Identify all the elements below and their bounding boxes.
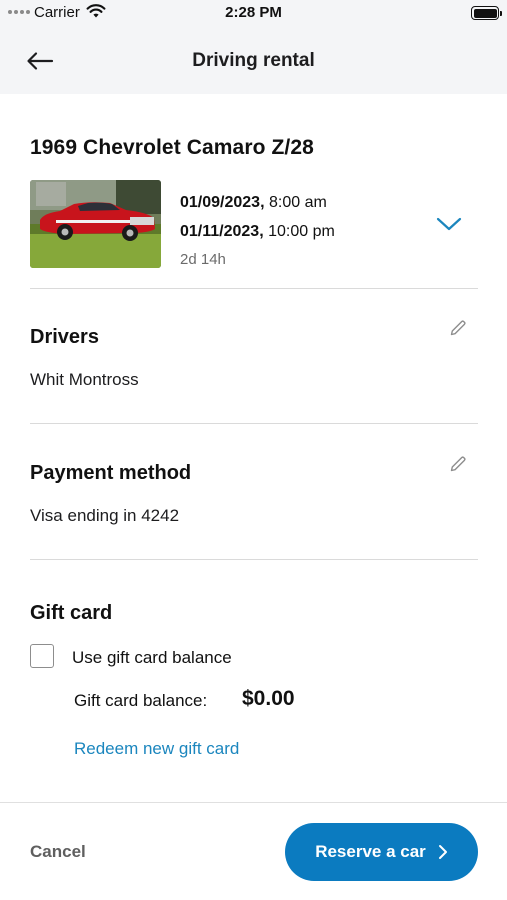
chevron-down-icon	[436, 217, 462, 231]
payment-title: Payment method	[30, 462, 192, 484]
page-title: Driving rental	[192, 50, 315, 71]
divider	[30, 423, 478, 424]
car-photo	[30, 180, 161, 268]
edit-drivers-button[interactable]	[446, 316, 470, 340]
gift-card-balance-value: $0.00	[242, 687, 295, 710]
redeem-gift-card-link[interactable]: Redeem new gift card	[74, 739, 239, 759]
status-time: 2:28 PM	[225, 4, 282, 21]
pickup-datetime: 01/09/2023, 8:00 am	[180, 188, 335, 217]
expand-details-button[interactable]	[434, 212, 464, 236]
pencil-icon	[450, 456, 466, 472]
pickup-date: 01/09/2023,	[180, 194, 265, 211]
pencil-icon	[450, 320, 466, 336]
battery-icon	[471, 6, 502, 20]
use-gift-card-checkbox[interactable]	[30, 644, 54, 668]
drivers-title: Drivers	[30, 326, 99, 348]
status-bar: Carrier 2:28 PM	[0, 0, 507, 28]
chevron-right-icon	[438, 844, 448, 860]
use-gift-card-label[interactable]: Use gift card balance	[72, 648, 232, 668]
edit-payment-button[interactable]	[446, 452, 470, 476]
rental-dates: 01/09/2023, 8:00 am 01/11/2023, 10:00 pm…	[180, 188, 335, 274]
footer-divider	[0, 802, 507, 803]
rental-checkout-screen: Carrier 2:28 PM Driving rental 1969 Chev…	[0, 0, 507, 900]
top-bar: Carrier 2:28 PM Driving rental	[0, 0, 507, 94]
reserve-car-label: Reserve a car	[315, 842, 426, 861]
return-datetime: 01/11/2023, 10:00 pm	[180, 217, 335, 246]
return-date: 01/11/2023,	[180, 223, 264, 240]
pickup-time: 8:00 am	[264, 194, 327, 211]
gift-card-title: Gift card	[30, 602, 113, 624]
return-time: 10:00 pm	[263, 223, 335, 240]
rental-duration: 2d 14h	[180, 251, 226, 268]
gift-card-balance-label: Gift card balance:	[74, 691, 208, 710]
reserve-car-button[interactable]: Reserve a car	[285, 823, 478, 881]
divider	[30, 559, 478, 560]
cancel-button[interactable]: Cancel	[30, 842, 86, 862]
drivers-value: Whit Montross	[30, 370, 139, 389]
payment-value: Visa ending in 4242	[30, 506, 180, 525]
car-name: 1969 Chevrolet Camaro Z/28	[30, 136, 314, 159]
divider	[30, 288, 478, 289]
